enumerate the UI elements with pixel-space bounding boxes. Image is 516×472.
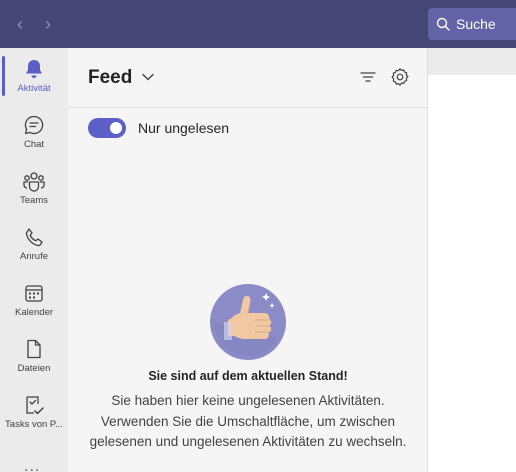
content-top-bar bbox=[428, 48, 516, 75]
rail-item-calendar[interactable]: Kalender bbox=[0, 272, 68, 328]
file-icon bbox=[27, 339, 41, 359]
rail-item-activity[interactable]: Aktivität bbox=[0, 48, 68, 104]
empty-state-title: Sie sind auf dem aktuellen Stand! bbox=[148, 369, 348, 383]
rail-label-tasks: Tasks von P... bbox=[5, 419, 63, 430]
gear-icon[interactable] bbox=[390, 67, 410, 87]
rail-item-teams[interactable]: Teams bbox=[0, 160, 68, 216]
search-box[interactable]: Suche bbox=[428, 8, 516, 40]
feed-title[interactable]: Feed bbox=[88, 67, 132, 89]
phone-icon bbox=[25, 228, 43, 247]
rail-item-calls[interactable]: Anrufe bbox=[0, 216, 68, 272]
rail-item-chat[interactable]: Chat bbox=[0, 104, 68, 160]
feed-panel: Feed Nur ungelesen Sie sind auf dem aktu… bbox=[68, 48, 428, 472]
title-bar: ‹ › Suche bbox=[0, 0, 516, 48]
chat-icon bbox=[24, 115, 44, 135]
forward-arrow-icon[interactable]: › bbox=[38, 14, 58, 34]
back-arrow-icon[interactable]: ‹ bbox=[10, 14, 30, 34]
feed-header: Feed bbox=[68, 48, 428, 108]
app-rail: Aktivität Chat Teams Anrufe Kalender Dat… bbox=[0, 48, 68, 472]
rail-label-files: Dateien bbox=[17, 363, 51, 374]
search-icon bbox=[436, 17, 450, 31]
rail-label-calls: Anrufe bbox=[20, 251, 48, 262]
search-placeholder: Suche bbox=[456, 16, 496, 32]
calendar-icon bbox=[25, 285, 43, 302]
chevron-down-icon[interactable] bbox=[141, 72, 155, 82]
rail-label-teams: Teams bbox=[20, 195, 48, 206]
unread-only-label: Nur ungelesen bbox=[138, 120, 230, 136]
bell-icon bbox=[26, 60, 42, 78]
more-apps-button[interactable]: ... bbox=[24, 458, 40, 472]
rail-label-calendar: Kalender bbox=[14, 307, 54, 318]
rail-item-tasks[interactable]: Tasks von P... bbox=[0, 384, 68, 440]
unread-toggle-row: Nur ungelesen bbox=[88, 118, 229, 138]
teams-icon bbox=[23, 172, 45, 192]
unread-only-toggle[interactable] bbox=[88, 118, 126, 138]
thumbs-up-illustration bbox=[210, 284, 286, 360]
content-area bbox=[428, 48, 516, 472]
rail-item-files[interactable]: Dateien bbox=[0, 328, 68, 384]
empty-state-body: Sie haben hier keine ungelesenen Aktivit… bbox=[89, 393, 407, 449]
tasks-icon bbox=[26, 396, 44, 415]
filter-icon[interactable] bbox=[360, 69, 376, 85]
rail-label-activity: Aktivität bbox=[17, 83, 51, 94]
rail-label-chat: Chat bbox=[23, 139, 45, 150]
